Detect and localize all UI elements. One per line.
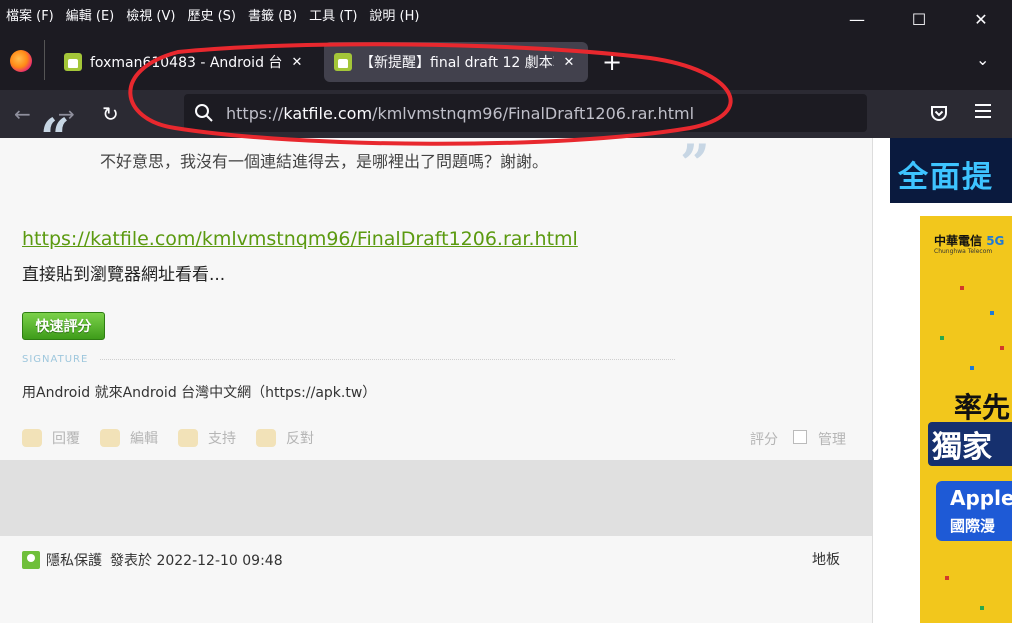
- post-actions: 回覆 編輯 支持 反對: [22, 428, 334, 448]
- oppose-label: 反對: [286, 431, 314, 447]
- maximize-button[interactable]: ☐: [888, 0, 950, 38]
- confetti-dot: [940, 336, 944, 340]
- manage-label: 管理: [818, 432, 846, 448]
- close-quote-icon: ”: [680, 134, 710, 195]
- edit-button[interactable]: 編輯: [100, 428, 158, 448]
- tab-android-forum[interactable]: foxman610483 - Android 台灣中 ✕: [54, 42, 316, 82]
- ad-lead-text: 率先: [954, 391, 1011, 424]
- manage-checkbox[interactable]: [793, 430, 807, 444]
- window-controls: — ☐ ✕: [826, 0, 1012, 38]
- confetti-dot: [945, 576, 949, 580]
- address-bar[interactable]: https://katfile.com/kmlvmstnqm96/FinalDr…: [184, 94, 867, 132]
- tab-label: foxman610483 - Android 台灣中: [90, 55, 282, 71]
- reply-button[interactable]: 回覆: [22, 428, 80, 448]
- menu-tools[interactable]: 工具 (T): [303, 5, 363, 24]
- support-label: 支持: [208, 431, 236, 447]
- signature-text: 用Android 就來Android 台灣中文網（https://apk.tw）: [22, 385, 377, 401]
- url-scheme: https://: [226, 103, 284, 123]
- open-quote-icon: “: [40, 108, 70, 169]
- confetti-dot: [1000, 346, 1004, 350]
- edit-icon: [100, 429, 120, 447]
- tab-final-draft[interactable]: 【新提醒】final draft 12 劇本寫 ✕: [324, 42, 588, 82]
- carrier-name: 中華電信 5G: [934, 232, 1004, 249]
- ad-apple-box: Apple 國際漫: [936, 481, 1012, 541]
- menu-edit[interactable]: 編輯 (E): [60, 5, 121, 24]
- tab-separator: [44, 40, 45, 80]
- search-icon: [195, 104, 213, 122]
- ad-banner-top[interactable]: 全面提: [890, 138, 1012, 203]
- confetti-dot: [970, 366, 974, 370]
- close-tab-icon[interactable]: ✕: [560, 55, 578, 70]
- ad-banner-telecom[interactable]: 中華電信 5G Chunghwa Telecom 率先 獨家 Apple 國際漫: [920, 216, 1012, 623]
- rating-link[interactable]: 評分: [750, 429, 778, 449]
- pocket-icon[interactable]: [929, 103, 949, 123]
- list-tabs-chevron-icon[interactable]: ⌄: [976, 50, 989, 69]
- minimize-button[interactable]: —: [826, 0, 888, 38]
- ad-banner-text: 全面提: [898, 160, 994, 195]
- url-path: /kmlvmstnqm96/FinalDraft1206.rar.html: [372, 103, 695, 123]
- support-icon: [178, 429, 198, 447]
- reply-text: 直接貼到瀏覽器網址看看...: [22, 265, 226, 285]
- confetti-dot: [960, 286, 964, 290]
- quick-rate-button[interactable]: 快速評分: [22, 312, 105, 340]
- menu-help[interactable]: 說明 (H): [363, 5, 425, 24]
- ad-exclusive-text: 獨家: [928, 422, 1012, 466]
- signature-divider: [100, 359, 675, 360]
- menu-bookmarks[interactable]: 書籤 (B): [242, 5, 303, 24]
- ad-apple-subtext: 國際漫: [950, 517, 996, 535]
- reply-label: 回覆: [52, 431, 80, 447]
- support-button[interactable]: 支持: [178, 428, 236, 448]
- quoted-text: 不好意思，我沒有一個連結進得去，是哪裡出了問題嗎？謝謝。: [100, 152, 549, 171]
- menu-view[interactable]: 檢視 (V): [120, 5, 181, 24]
- forum-post: “ ” 不好意思，我沒有一個連結進得去，是哪裡出了問題嗎？謝謝。 https:/…: [0, 108, 872, 623]
- signature-label: SIGNATURE: [22, 354, 89, 365]
- reload-button[interactable]: ↻: [102, 102, 119, 126]
- confetti-dot: [990, 311, 994, 315]
- close-window-button[interactable]: ✕: [950, 0, 1012, 38]
- next-post-meta: 隱私保護 發表於 2022-12-10 09:48: [22, 550, 283, 570]
- oppose-icon: [256, 429, 276, 447]
- menu-hamburger-icon[interactable]: [974, 103, 992, 119]
- android-icon: [64, 53, 82, 71]
- privacy-avatar-icon: [22, 551, 40, 569]
- menu-history[interactable]: 歷史 (S): [181, 5, 242, 24]
- download-link[interactable]: https://katfile.com/kmlvmstnqm96/FinalDr…: [22, 228, 578, 250]
- floor-label[interactable]: 地板: [812, 549, 840, 569]
- confetti-dot: [980, 606, 984, 610]
- ad-apple-text: Apple: [950, 486, 1012, 510]
- posted-time: 發表於 2022-12-10 09:48: [110, 553, 283, 569]
- carrier-5g: 5G: [986, 234, 1005, 248]
- android-icon: [334, 53, 352, 71]
- oppose-button[interactable]: 反對: [256, 428, 314, 448]
- close-tab-icon[interactable]: ✕: [288, 55, 306, 70]
- url-host: katfile.com: [283, 103, 373, 123]
- carrier-name-text: 中華電信: [934, 234, 983, 248]
- edit-label: 編輯: [130, 431, 158, 447]
- back-button[interactable]: ←: [14, 102, 31, 126]
- post-separator: [0, 460, 872, 536]
- carrier-subtitle: Chunghwa Telecom: [934, 248, 993, 255]
- firefox-icon[interactable]: [10, 50, 32, 72]
- reply-icon: [22, 429, 42, 447]
- new-tab-button[interactable]: +: [602, 48, 622, 76]
- privacy-label[interactable]: 隱私保護: [46, 550, 102, 570]
- tab-label: 【新提醒】final draft 12 劇本寫: [360, 55, 554, 71]
- menu-file[interactable]: 檔案 (F): [0, 5, 60, 24]
